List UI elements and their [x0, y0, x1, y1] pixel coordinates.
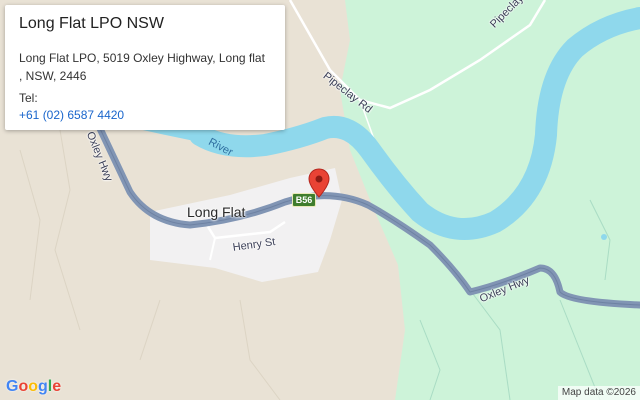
- town-label: Long Flat: [187, 204, 246, 220]
- google-logo[interactable]: Google: [6, 378, 61, 396]
- location-pin-icon[interactable]: [308, 168, 330, 198]
- map-attribution[interactable]: Map data ©2026: [557, 386, 640, 400]
- address-line-2: , NSW, 2446: [19, 69, 87, 83]
- info-window-address: Long Flat LPO, 5019 Oxley Highway, Long …: [19, 49, 271, 85]
- tel-label: Tel:: [19, 91, 38, 105]
- phone-link[interactable]: +61 (02) 6587 4420: [19, 108, 124, 122]
- info-window: Long Flat LPO NSW Long Flat LPO, 5019 Ox…: [5, 5, 285, 130]
- info-window-title: Long Flat LPO NSW: [19, 15, 164, 32]
- map-canvas[interactable]: Pipeclay Rd Pipeclay Rd Oxley Hwy Oxley …: [0, 0, 640, 400]
- address-line-1: Long Flat LPO, 5019 Oxley Highway, Long …: [19, 51, 265, 65]
